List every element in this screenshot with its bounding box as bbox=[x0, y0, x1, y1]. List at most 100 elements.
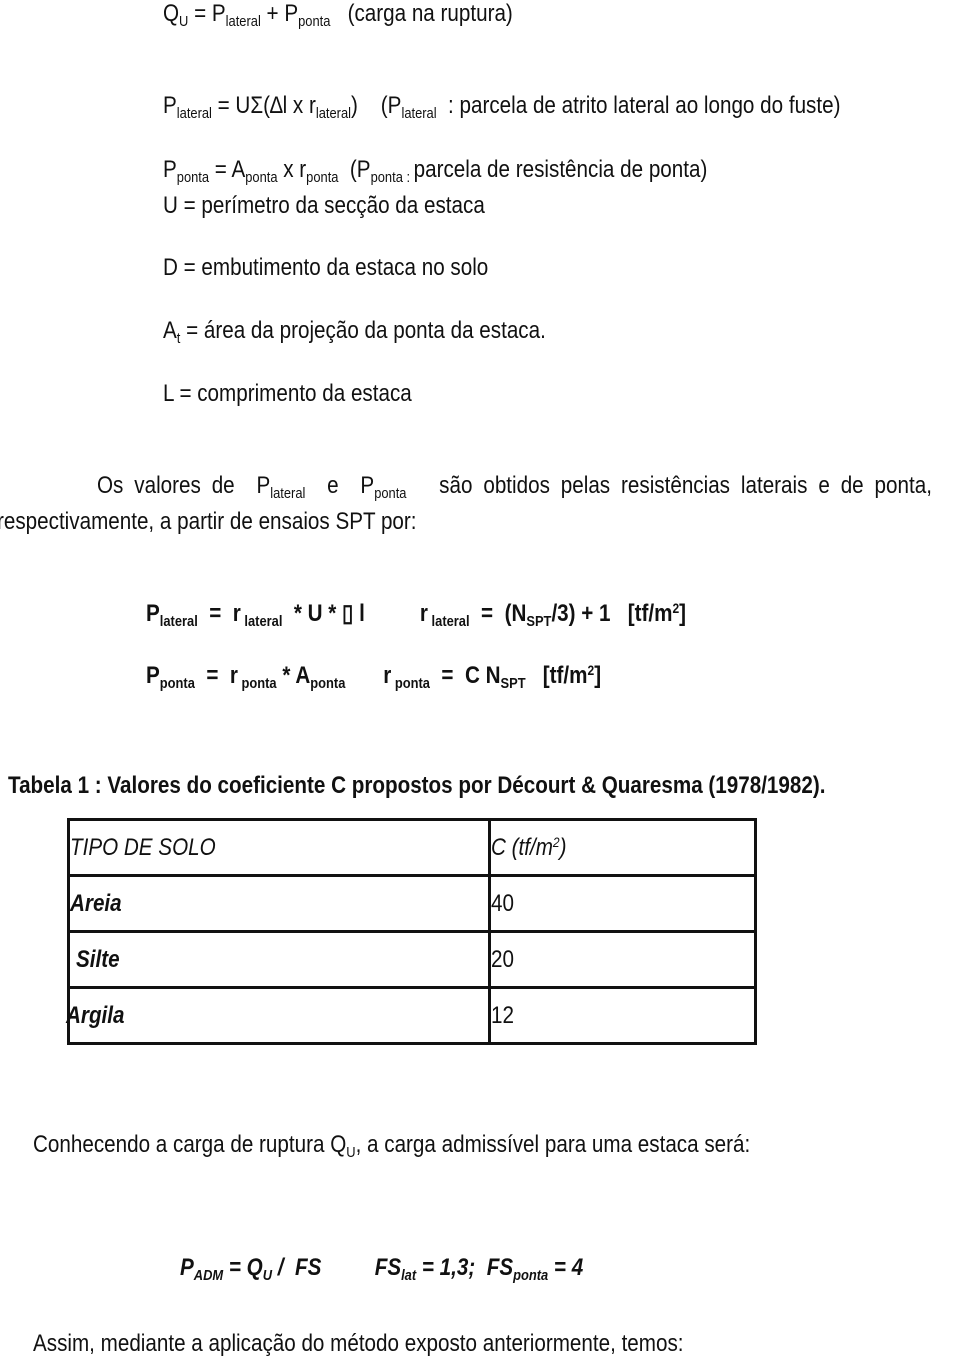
symbol: Q bbox=[163, 0, 180, 27]
text: (P bbox=[338, 156, 371, 183]
subscript: lateral bbox=[225, 13, 261, 30]
subscript: ponta bbox=[513, 1267, 549, 1284]
subscript: ponta bbox=[306, 169, 339, 186]
text: = 1,3; FS bbox=[416, 1254, 514, 1281]
subscript: lateral bbox=[159, 613, 198, 630]
subscript: ponta bbox=[237, 675, 277, 692]
table-row: Argila 12 bbox=[66, 986, 757, 1045]
text: ) bbox=[559, 833, 567, 861]
solo-cell: Silte bbox=[67, 930, 491, 989]
subscript: U bbox=[346, 1144, 356, 1161]
c-value: 20 bbox=[491, 945, 514, 973]
table-caption: Tabela 1 : Valores do coeficiente C prop… bbox=[8, 772, 826, 799]
subscript: SPT bbox=[500, 675, 526, 692]
subscript: U bbox=[262, 1267, 273, 1284]
subscript: lateral bbox=[427, 613, 470, 630]
subscript: ponta bbox=[298, 13, 331, 30]
text: = área da projeção da ponta da estaca. bbox=[180, 317, 546, 344]
padm-formula: PADM = QU / FS FSlat = 1,3; FSponta = 4 bbox=[180, 1226, 584, 1284]
subscript: U bbox=[179, 13, 189, 30]
c-cell: 20 bbox=[488, 930, 757, 989]
text: / FS bbox=[272, 1254, 322, 1281]
text: ] bbox=[594, 662, 602, 689]
header-tipo-de-solo: TIPO DE SOLO bbox=[67, 818, 491, 877]
paragraph-2: respectivamente, a partir de ensaios SPT… bbox=[0, 508, 417, 535]
subscript: ponta bbox=[245, 169, 278, 186]
note: parcela de resistência de ponta) bbox=[413, 156, 708, 183]
c-value: 40 bbox=[491, 889, 514, 917]
symbol: r bbox=[383, 662, 392, 689]
text: C (tf/m bbox=[491, 833, 553, 861]
c-cell: 40 bbox=[488, 874, 757, 933]
text: = 4 bbox=[548, 1254, 584, 1281]
table-header-row: TIPO DE SOLO C (tf/m2) bbox=[67, 818, 757, 877]
text: = P bbox=[188, 0, 226, 27]
symbol: A bbox=[163, 317, 177, 344]
d-definition: D = embutimento da estaca no solo bbox=[163, 254, 489, 281]
text: ] bbox=[679, 600, 687, 627]
text: são obtidos pelas resistências laterais … bbox=[406, 472, 932, 499]
subscript: lateral bbox=[401, 105, 437, 122]
superscript: 2 bbox=[672, 600, 680, 616]
solo-text: Silte bbox=[76, 945, 120, 973]
text: + P bbox=[260, 0, 299, 27]
coefficient-table: TIPO DE SOLO C (tf/m2) Areia 40 Silte 20… bbox=[66, 818, 757, 1045]
qu-equation: QU = Plateral + Pponta (carga na ruptura… bbox=[163, 0, 513, 30]
subscript: ADM bbox=[193, 1267, 224, 1284]
text: e P bbox=[305, 472, 375, 499]
subscript: ponta bbox=[391, 675, 430, 692]
formula-lateral: Plateral = r lateral * U * ▯ lr lateral … bbox=[146, 572, 687, 630]
at-definition: At = área da projeção da ponta da estaca… bbox=[163, 317, 546, 346]
symbol: P bbox=[163, 156, 177, 183]
superscript: 2 bbox=[552, 833, 560, 850]
text: = A bbox=[209, 156, 246, 183]
subscript: ponta bbox=[310, 675, 346, 692]
solo-text: Areia bbox=[70, 889, 122, 917]
subscript: lateral bbox=[176, 105, 212, 122]
symbol: P bbox=[163, 92, 177, 119]
subscript: lat bbox=[401, 1267, 417, 1284]
l-definition: L = comprimento da estaca bbox=[163, 380, 412, 407]
subscript: lateral bbox=[315, 105, 351, 122]
symbol: P bbox=[180, 1254, 194, 1281]
text: = (N bbox=[469, 600, 527, 627]
text: (P bbox=[357, 92, 402, 119]
header-text: TIPO DE SOLO bbox=[70, 833, 216, 861]
text: Os valores de P bbox=[97, 472, 271, 499]
symbol: r bbox=[419, 600, 428, 627]
text: * A bbox=[276, 662, 311, 689]
solo-cell: Areia bbox=[67, 874, 491, 933]
pponta-equation: Pponta = Aponta x rponta (Pponta : parce… bbox=[163, 128, 708, 186]
text: [tf/m bbox=[525, 662, 588, 689]
text: = r bbox=[194, 662, 238, 689]
c-value: 12 bbox=[491, 1001, 514, 1029]
u-definition: U = perímetro da secção da estaca bbox=[163, 192, 485, 219]
text: = UΣ(∆l x r bbox=[211, 92, 316, 119]
text: x r bbox=[277, 156, 307, 183]
c-cell: 12 bbox=[488, 986, 757, 1045]
subscript: SPT bbox=[526, 613, 552, 630]
symbol: P bbox=[146, 600, 160, 627]
header-text: C (tf/m2) bbox=[491, 834, 567, 862]
table-row: Silte 20 bbox=[67, 930, 757, 989]
text: = C N bbox=[429, 662, 501, 689]
text: ) bbox=[350, 92, 358, 119]
plateral-equation: Plateral = UΣ(∆l x rlateral) (Plateral :… bbox=[163, 64, 841, 122]
subscript: lateral bbox=[240, 613, 283, 630]
text: , a carga admissível para uma estaca ser… bbox=[355, 1131, 751, 1158]
note: : parcela de atrito lateral ao longo do … bbox=[436, 92, 841, 119]
formula-ponta: Pponta = r ponta * Aponta r ponta = C NSP… bbox=[146, 634, 602, 692]
solo-cell: Argila bbox=[66, 986, 491, 1045]
text: = Q bbox=[223, 1254, 263, 1281]
symbol: P bbox=[146, 662, 160, 689]
text: /3) + 1 [tf/m bbox=[551, 600, 673, 627]
table-row: Areia 40 bbox=[67, 874, 757, 933]
text: * U * ▯ l bbox=[282, 600, 365, 627]
text: Conhecendo a carga de ruptura Q bbox=[33, 1131, 347, 1158]
header-c: C (tf/m2) bbox=[488, 818, 757, 877]
conclusion-text: Conhecendo a carga de ruptura QU, a carg… bbox=[33, 1131, 751, 1161]
paragraph-1: Os valores de Plateral e Pponta são obti… bbox=[97, 444, 932, 502]
subscript: ponta bbox=[374, 485, 407, 502]
symbol: FS bbox=[374, 1254, 402, 1281]
note: (carga na ruptura) bbox=[330, 0, 513, 27]
